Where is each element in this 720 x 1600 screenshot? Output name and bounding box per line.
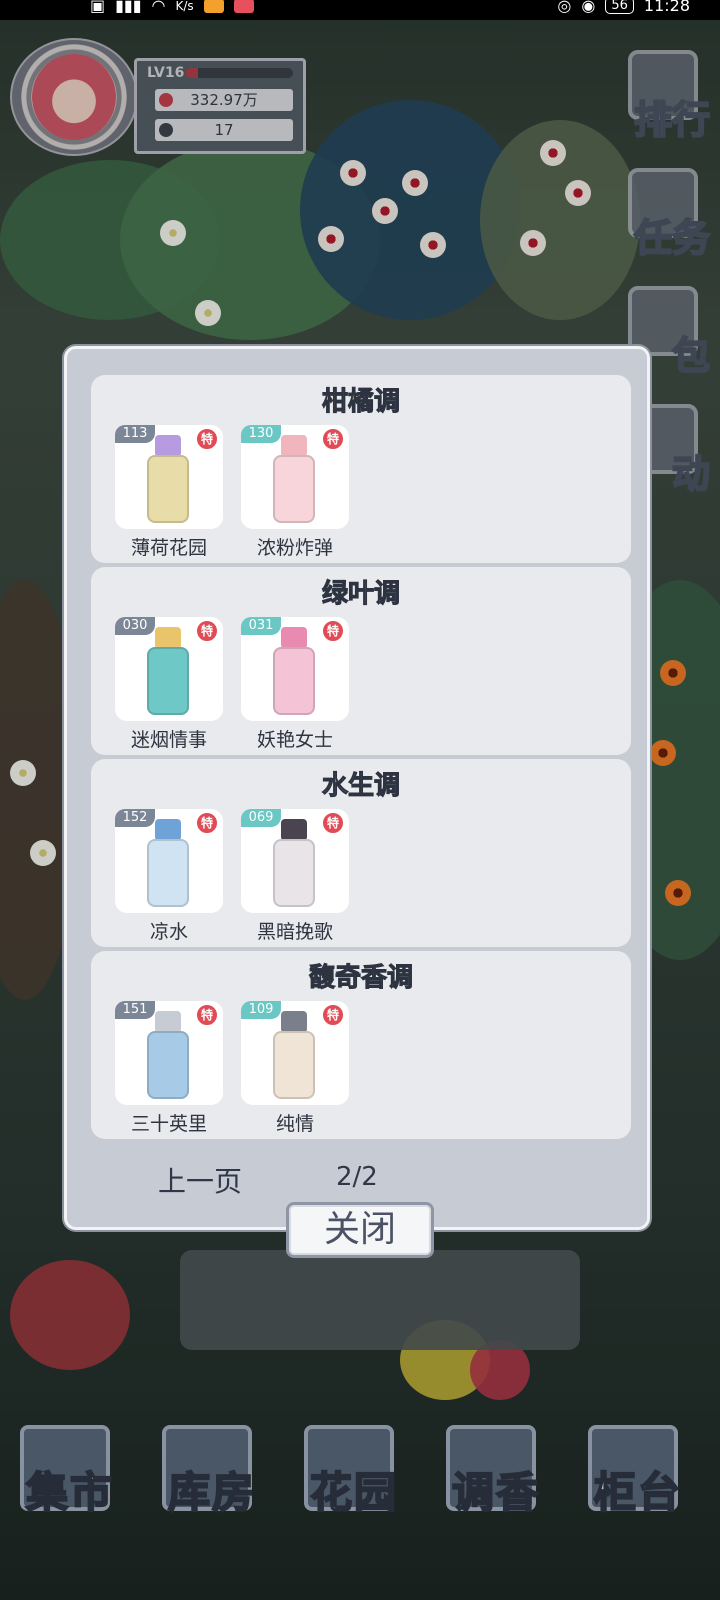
section-title: 馥奇香调 (308, 963, 413, 994)
time: 11:28 (643, 0, 690, 15)
perfume-number: 109 (241, 1001, 281, 1019)
perfume-collection-modal: 柑橘调 113 特薄荷花园 130 特浓粉炸弹 绿叶调 030 特迷烟情事 031 特妖艳女士 水生… (64, 346, 650, 1230)
perfume-bottle-icon (155, 627, 181, 649)
perfume-card[interactable]: 030 特迷烟情事 (115, 617, 223, 751)
perfume-card[interactable]: 130 特浓粉炸弹 (241, 425, 349, 559)
special-badge: 特 (195, 619, 219, 643)
prev-page-button[interactable]: 上一页 (158, 1160, 242, 1200)
perfume-number: 130 (241, 425, 281, 443)
battery-indicator: 56 (605, 0, 634, 14)
special-badge: 特 (195, 1003, 219, 1027)
perfume-name: 纯情 (275, 1113, 314, 1135)
perfume-bottle-body (273, 647, 315, 715)
vibrate-icon: ◎ (557, 0, 572, 15)
section-title: 绿叶调 (321, 579, 400, 610)
perfume-name: 迷烟情事 (130, 729, 207, 751)
perfume-bottle-icon (281, 627, 307, 649)
perfume-bottle-icon (155, 1011, 181, 1033)
perfume-name: 薄荷花园 (130, 537, 207, 559)
section-title: 水生调 (321, 771, 400, 802)
perfume-number: 031 (241, 617, 281, 635)
perfume-bottle-icon (281, 435, 307, 457)
perfume-bottle-body (147, 839, 189, 907)
perfume-bottle-body (147, 1031, 189, 1099)
close-button[interactable]: 关闭 (286, 1202, 434, 1258)
perfume-card[interactable]: 151 特三十英里 (115, 1001, 223, 1135)
perfume-card[interactable]: 031 特妖艳女士 (241, 617, 349, 751)
perfume-bottle-body (273, 455, 315, 523)
special-badge: 特 (321, 427, 345, 451)
app-icon (203, 0, 224, 13)
perfume-bottle-icon (155, 819, 181, 841)
perfume-bottle-icon (281, 819, 307, 841)
fragrance-family-section: 馥奇香调 151 特三十英里 109 特纯情 (91, 951, 631, 1139)
status-bar: ▣ ▮▮▮ ◠ K/s ◎ ◉ 56 11:28 (0, 0, 720, 20)
perfume-card[interactable]: 109 特纯情 (241, 1001, 349, 1135)
perfume-bottle-icon (155, 435, 181, 457)
fragrance-family-section: 水生调 152 特凉水 069 特黑暗挽歌 (91, 759, 631, 947)
perfume-card[interactable]: 113 特薄荷花园 (115, 425, 223, 559)
perfume-card[interactable]: 069 特黑暗挽歌 (241, 809, 349, 943)
perfume-bottle-body (147, 647, 189, 715)
fragrance-family-section: 绿叶调 030 特迷烟情事 031 特妖艳女士 (91, 567, 631, 755)
special-badge: 特 (195, 811, 219, 835)
perfume-number: 113 (115, 425, 155, 443)
perfume-bottle-body (273, 839, 315, 907)
perfume-number: 069 (241, 809, 281, 827)
perfume-bottle-body (147, 455, 189, 523)
page-indicator: 2/2 (336, 1162, 378, 1192)
special-badge: 特 (321, 811, 345, 835)
wifi-icon: ◠ (151, 0, 166, 15)
app-icon (233, 0, 254, 13)
perfume-name: 浓粉炸弹 (256, 537, 333, 559)
perfume-bottle-icon (281, 1011, 307, 1033)
perfume-name: 妖艳女士 (256, 729, 333, 751)
perfume-name: 凉水 (149, 921, 188, 943)
perfume-card[interactable]: 152 特凉水 (115, 809, 223, 943)
perfume-number: 152 (115, 809, 155, 827)
perfume-name: 黑暗挽歌 (256, 921, 333, 943)
section-title: 柑橘调 (321, 387, 400, 418)
special-badge: 特 (195, 427, 219, 451)
fragrance-family-section: 柑橘调 113 特薄荷花园 130 特浓粉炸弹 (91, 375, 631, 563)
special-badge: 特 (321, 1003, 345, 1027)
net-speed-unit: K/s (175, 0, 194, 13)
special-badge: 特 (321, 619, 345, 643)
eye-icon: ◉ (581, 0, 596, 15)
perfume-number: 030 (115, 617, 155, 635)
signal-icon: ▮▮▮ (115, 0, 142, 15)
perfume-number: 151 (115, 1001, 155, 1019)
hd-icon: ▣ (90, 0, 106, 15)
perfume-name: 三十英里 (130, 1113, 207, 1135)
perfume-bottle-body (273, 1031, 315, 1099)
